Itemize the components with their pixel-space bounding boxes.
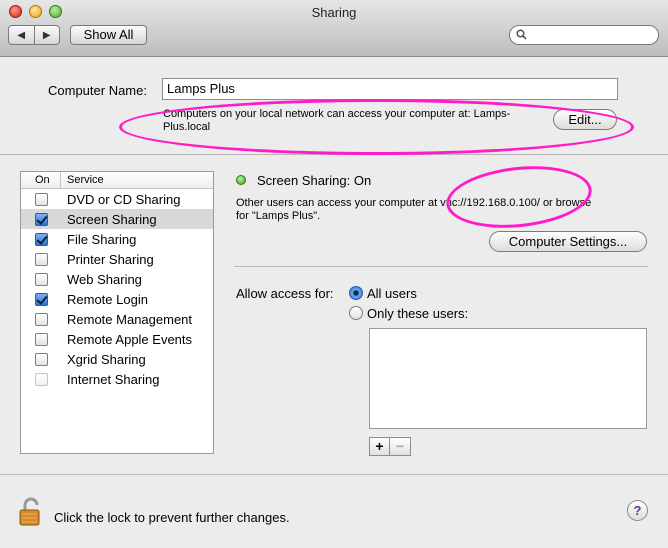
service-row[interactable]: Remote Management (21, 309, 213, 329)
service-row[interactable]: Remote Apple Events (21, 329, 213, 349)
service-label: Remote Apple Events (67, 331, 193, 347)
service-checkbox[interactable] (35, 252, 48, 266)
show-all-button[interactable]: Show All (70, 25, 147, 45)
status-indicator-icon (236, 175, 246, 185)
service-label: Xgrid Sharing (67, 351, 146, 367)
service-checkbox[interactable] (35, 352, 48, 366)
vnc-access-line2: for "Lamps Plus". (236, 210, 321, 222)
service-status: Screen Sharing: On (257, 173, 372, 188)
remove-user-button[interactable]: − (390, 437, 411, 456)
edit-button[interactable]: Edit... (553, 109, 617, 130)
service-row[interactable]: Printer Sharing (21, 249, 213, 269)
forward-button[interactable]: ▶ (33, 26, 60, 44)
computer-name-input[interactable]: Lamps Plus (162, 78, 618, 100)
search-icon (516, 29, 527, 40)
forward-arrow-icon: ▶ (42, 29, 51, 41)
service-checkbox[interactable] (35, 192, 48, 206)
service-row[interactable]: File Sharing (21, 229, 213, 249)
service-checkbox[interactable] (35, 292, 48, 306)
sharing-window: Sharing ◀ ▶ Show All Computer Name: Lamp… (0, 0, 668, 548)
service-row[interactable]: Xgrid Sharing (21, 349, 213, 369)
all-users-label[interactable]: All users (367, 286, 417, 301)
vnc-access-line1: Other users can access your computer at … (236, 197, 592, 209)
local-address-line2: Plus.local (163, 121, 211, 133)
service-row[interactable]: Web Sharing (21, 269, 213, 289)
vnc-access-info: Other users can access your computer at … (236, 197, 656, 223)
allowed-users-list[interactable] (369, 328, 647, 429)
service-checkbox[interactable] (35, 212, 48, 226)
service-list: On Service DVD or CD Sharing Screen Shari… (20, 171, 214, 454)
lock-icon[interactable] (18, 497, 44, 527)
service-label: Internet Sharing (67, 371, 160, 387)
service-label: Screen Sharing (67, 211, 157, 227)
service-label: Remote Management (67, 311, 193, 327)
service-rows: DVD or CD Sharing Screen Sharing File Shar… (21, 189, 213, 389)
computer-name-label: Computer Name: (48, 83, 147, 98)
service-label: Remote Login (67, 291, 148, 307)
allow-access-label: Allow access for: (236, 286, 334, 301)
service-checkbox[interactable] (35, 232, 48, 246)
computer-settings-button[interactable]: Computer Settings... (489, 231, 647, 252)
back-button[interactable]: ◀ (9, 26, 34, 44)
only-these-users-label[interactable]: Only these users: (367, 306, 468, 321)
service-list-header: On Service (21, 172, 213, 189)
service-checkbox[interactable] (35, 312, 48, 326)
service-checkbox (35, 372, 48, 386)
column-header-service[interactable]: Service (61, 172, 104, 188)
search-field[interactable] (509, 25, 659, 45)
all-users-radio[interactable] (349, 286, 363, 300)
service-row[interactable]: DVD or CD Sharing (21, 189, 213, 209)
back-arrow-icon: ◀ (17, 29, 26, 41)
add-user-button[interactable]: + (369, 437, 390, 456)
help-button[interactable]: ? (627, 500, 648, 521)
column-header-on[interactable]: On (21, 172, 61, 188)
service-label: Web Sharing (67, 271, 142, 287)
lock-message: Click the lock to prevent further change… (54, 510, 290, 525)
computer-name-area (0, 57, 668, 155)
window-title: Sharing (311, 5, 357, 20)
title-bar: Sharing ◀ ▶ Show All (0, 0, 668, 57)
service-label: Printer Sharing (67, 251, 154, 267)
local-address-info: Computers on your local network can acce… (163, 108, 553, 134)
navigation-buttons: ◀ ▶ (8, 25, 60, 45)
local-address-line1: Computers on your local network can acce… (163, 108, 511, 120)
service-row[interactable]: Remote Login (21, 289, 213, 309)
divider (234, 266, 648, 267)
service-label: File Sharing (67, 231, 137, 247)
only-these-users-radio[interactable] (349, 306, 363, 320)
service-checkbox[interactable] (35, 272, 48, 286)
service-checkbox[interactable] (35, 332, 48, 346)
service-row[interactable]: Screen Sharing (21, 209, 213, 229)
service-label: DVD or CD Sharing (67, 191, 181, 207)
service-row[interactable]: Internet Sharing (21, 369, 213, 389)
